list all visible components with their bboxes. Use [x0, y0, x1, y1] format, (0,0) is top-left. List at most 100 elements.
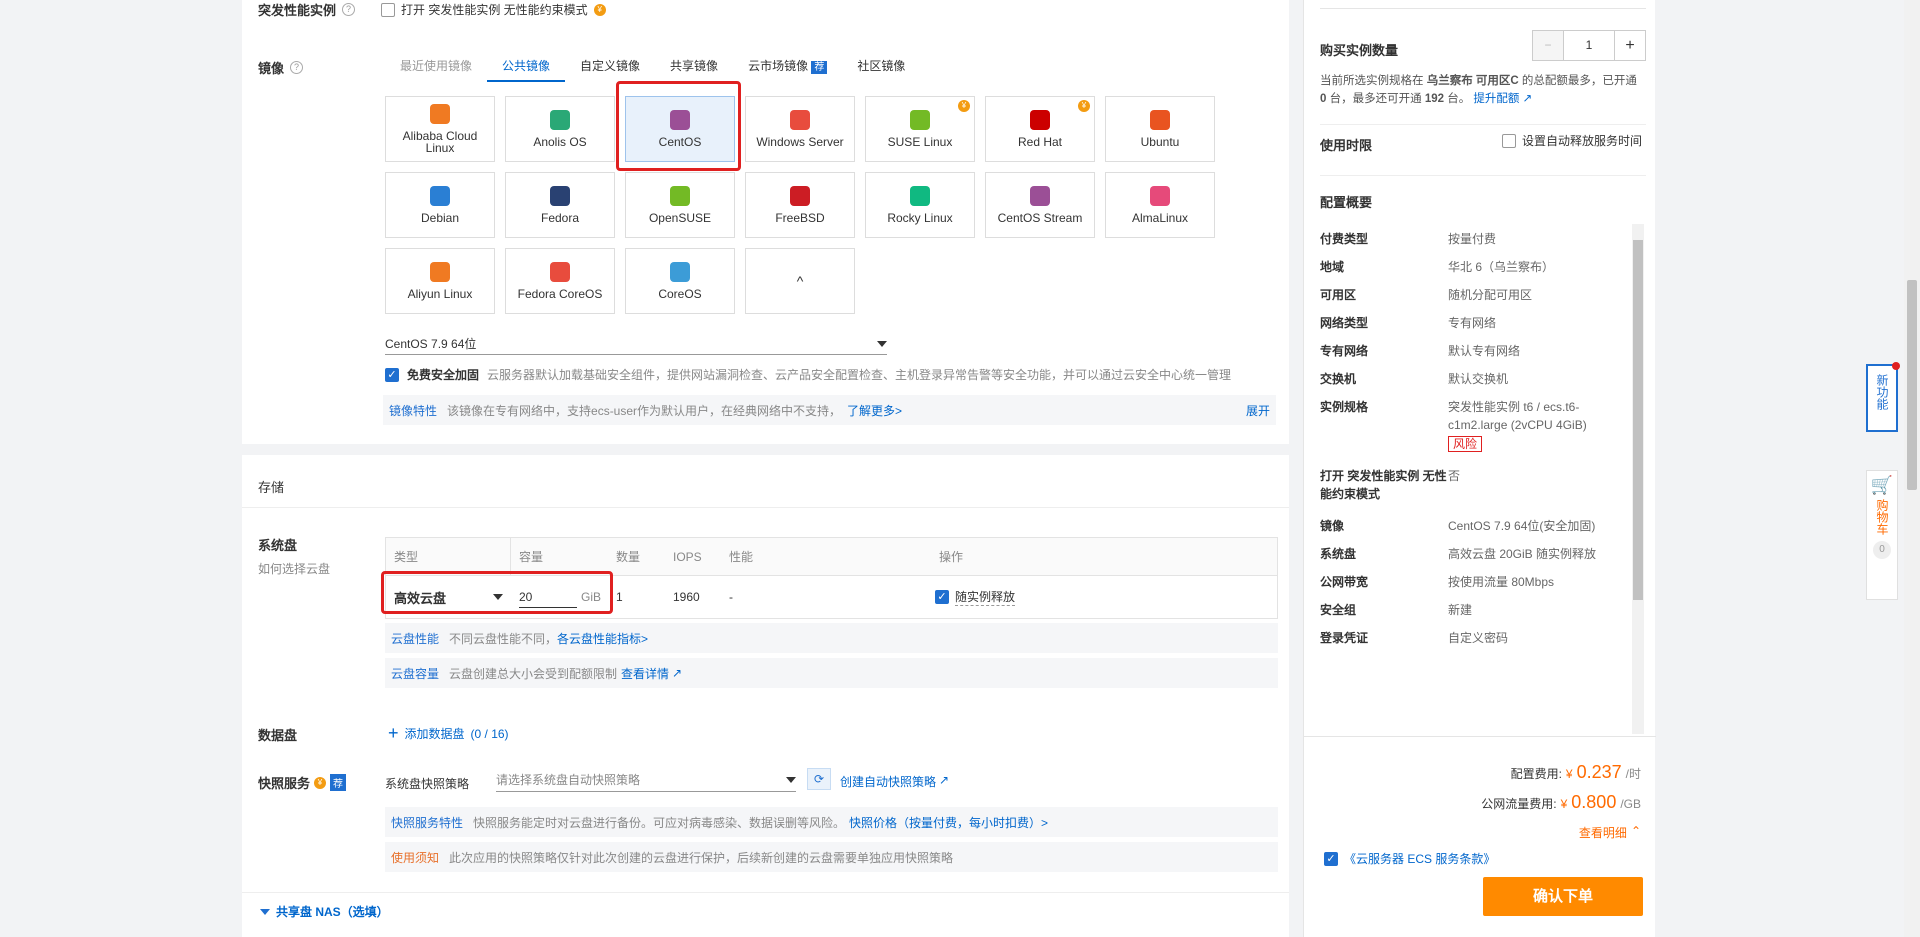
summary-row: 打开 突发性能实例 无性能约束模式否	[1320, 467, 1600, 503]
os-option-centos-stream[interactable]: CentOS Stream	[985, 172, 1095, 238]
tab-public-images[interactable]: 公共镜像	[487, 50, 566, 82]
snapshot-notice-bar: 使用须知 此次应用的快照策略仅针对此次创建的云盘进行保护，后续新创建的云盘需要单…	[385, 842, 1278, 872]
tab-recent-images[interactable]: 最近使用镜像	[385, 50, 487, 82]
os-option-freebsd[interactable]: FreeBSD	[745, 172, 855, 238]
os-option-debian[interactable]: Debian	[385, 172, 495, 238]
cap-link[interactable]: 查看详情	[621, 665, 669, 682]
suse-icon	[910, 110, 930, 130]
release-label: 随实例释放	[955, 590, 1016, 606]
minus-icon[interactable]: −	[1533, 31, 1563, 60]
col-type: 类型	[386, 537, 511, 576]
view-detail-link[interactable]: 查看明细 ⌃	[1579, 824, 1641, 841]
burst-row: 突发性能实例 ? 打开 突发性能实例 无性能约束模式 ¥	[258, 0, 606, 19]
summary-scrollbar[interactable]	[1632, 224, 1644, 734]
auto-release-label: 设置自动释放服务时间	[1522, 134, 1643, 148]
qty-input[interactable]: 1	[1563, 31, 1615, 60]
summary-row: 安全组 新建	[1320, 601, 1600, 619]
summary-key: 镜像	[1320, 519, 1345, 533]
red-hat-icon	[1030, 110, 1050, 130]
plus-icon: +	[388, 723, 399, 743]
summary-value-text: 华北 6（乌兰察布）	[1448, 260, 1555, 274]
os-option-ubuntu[interactable]: Ubuntu	[1105, 96, 1215, 162]
os-option-aliyun-linux[interactable]: Aliyun Linux	[385, 248, 495, 314]
os-option-red-hat[interactable]: Red Hat ¥	[985, 96, 1095, 162]
os-option-coreos[interactable]: CoreOS	[625, 248, 735, 314]
system-disk-label-group: 系统盘 如何选择云盘	[258, 535, 330, 577]
learn-more-link[interactable]: 了解更多>	[847, 402, 902, 419]
image-tabs: 最近使用镜像 公共镜像 自定义镜像 共享镜像 云市场镜像 荐 社区镜像	[385, 50, 920, 82]
risk-badge[interactable]: 风险	[1448, 436, 1483, 452]
data-disk-label: 数据盘	[258, 728, 298, 743]
os-option-opensuse[interactable]: OpenSUSE	[625, 172, 735, 238]
os-name: Fedora	[540, 211, 580, 225]
os-option-rocky-linux[interactable]: Rocky Linux	[865, 172, 975, 238]
refresh-icon[interactable]: ⟳	[807, 768, 831, 790]
help-icon[interactable]: ?	[290, 61, 304, 74]
auto-release-option: 设置自动释放服务时间	[1502, 132, 1642, 149]
chevron-down-icon	[877, 340, 887, 347]
paid-icon: ¥	[593, 3, 606, 16]
image-feature-bar: 镜像特性 该镜像在专有网络中，支持ecs-user作为默认用户，在经典网络中不支…	[383, 395, 1276, 425]
os-name: Fedora CoreOS	[517, 287, 603, 301]
snapshot-price-link[interactable]: 快照价格（按量付费，每小时扣费）>	[849, 814, 1048, 831]
raise-quota-link[interactable]: 提升配额	[1473, 93, 1519, 105]
os-option-suse[interactable]: SUSE Linux ¥	[865, 96, 975, 162]
tab-marketplace-images[interactable]: 云市场镜像 荐	[733, 50, 842, 82]
summary-key: 实例规格	[1320, 400, 1369, 414]
highlight-box	[381, 571, 613, 614]
os-name: CentOS Stream	[997, 211, 1083, 225]
currency: ¥	[1565, 767, 1573, 781]
terms-link[interactable]: 《云服务器 ECS 服务条款》	[1344, 850, 1495, 867]
tab-shared-images[interactable]: 共享镜像	[655, 50, 733, 82]
centos-stream-icon	[1030, 186, 1050, 206]
os-name: Windows Server	[756, 135, 844, 149]
os-option-almalinux[interactable]: AlmaLinux	[1105, 172, 1215, 238]
add-data-disk-button[interactable]: + 添加数据盘 (0 / 16)	[388, 723, 509, 744]
burst-checkbox[interactable]	[381, 2, 396, 17]
expand-link[interactable]: 展开	[1246, 402, 1270, 419]
page-scrollbar[interactable]	[1904, 0, 1920, 937]
os-option-windows[interactable]: Windows Server	[745, 96, 855, 162]
os-name: Alibaba Cloud Linux	[402, 129, 478, 155]
cart-button[interactable]: 🛒 购物车 0	[1866, 470, 1898, 600]
os-version-select[interactable]: CentOS 7.9 64位	[385, 333, 887, 355]
disk-help-link[interactable]: 如何选择云盘	[258, 560, 330, 577]
terms-checkbox[interactable]: ✓	[1324, 851, 1338, 866]
tab-community-images[interactable]: 社区镜像	[842, 50, 920, 82]
paid-icon: ¥	[1078, 100, 1090, 112]
os-option-alibaba-cloud-linux[interactable]: Alibaba Cloud Linux	[385, 96, 495, 162]
summary-value: 突发性能实例 t6 / ecs.t6-c1m2.large (2vCPU 4Gi…	[1448, 398, 1598, 453]
confirm-order-button[interactable]: 确认下单	[1483, 877, 1643, 916]
os-option-fedora[interactable]: Fedora	[505, 172, 615, 238]
os-name: AlmaLinux	[1131, 211, 1189, 225]
snapshot-policy-select[interactable]: 请选择系统盘自动快照策略	[496, 768, 796, 792]
quota-max: 192	[1424, 93, 1444, 105]
os-option-anolis-os[interactable]: Anolis OS	[505, 96, 615, 162]
summary-row: 交换机 默认交换机	[1320, 370, 1600, 388]
nas-toggle[interactable]: 共享盘 NAS（选填）	[260, 903, 389, 920]
perf-desc: 不同云盘性能不同，	[449, 631, 558, 646]
summary-value: CentOS 7.9 64位(安全加固)	[1448, 517, 1598, 535]
help-icon[interactable]: ?	[342, 3, 356, 16]
tab-custom-images[interactable]: 自定义镜像	[565, 50, 655, 82]
security-checkbox[interactable]: ✓	[385, 367, 399, 382]
perf-link[interactable]: 各云盘性能指标>	[557, 630, 648, 647]
snapshot-feature-bar: 快照服务特性 快照服务能定时对云盘进行备份。可应对病毒感染、数据误删等风险。 快…	[385, 807, 1278, 837]
summary-value: 按使用流量 80Mbps	[1448, 573, 1598, 591]
os-option-fedora-coreos[interactable]: Fedora CoreOS	[505, 248, 615, 314]
snapshot-label: 快照服务	[258, 776, 311, 791]
summary-key: 公网带宽	[1320, 575, 1369, 589]
plus-icon[interactable]: +	[1615, 31, 1645, 60]
create-snapshot-policy-link[interactable]: 创建自动快照策略 ↗	[840, 773, 949, 790]
new-feature-button[interactable]: 新功能	[1866, 362, 1900, 432]
summary-value: 专有网络	[1448, 314, 1598, 332]
scrollbar-thumb[interactable]	[1633, 240, 1643, 600]
divider	[242, 892, 1289, 893]
view-detail-label: 查看明细	[1578, 826, 1627, 840]
release-checkbox[interactable]: ✓	[935, 590, 949, 604]
freebsd-icon	[790, 186, 810, 206]
collapse-os-button[interactable]: ^	[745, 248, 855, 314]
anolis-os-icon	[550, 110, 570, 130]
scrollbar-thumb[interactable]	[1907, 280, 1917, 490]
auto-release-checkbox[interactable]	[1502, 133, 1516, 148]
